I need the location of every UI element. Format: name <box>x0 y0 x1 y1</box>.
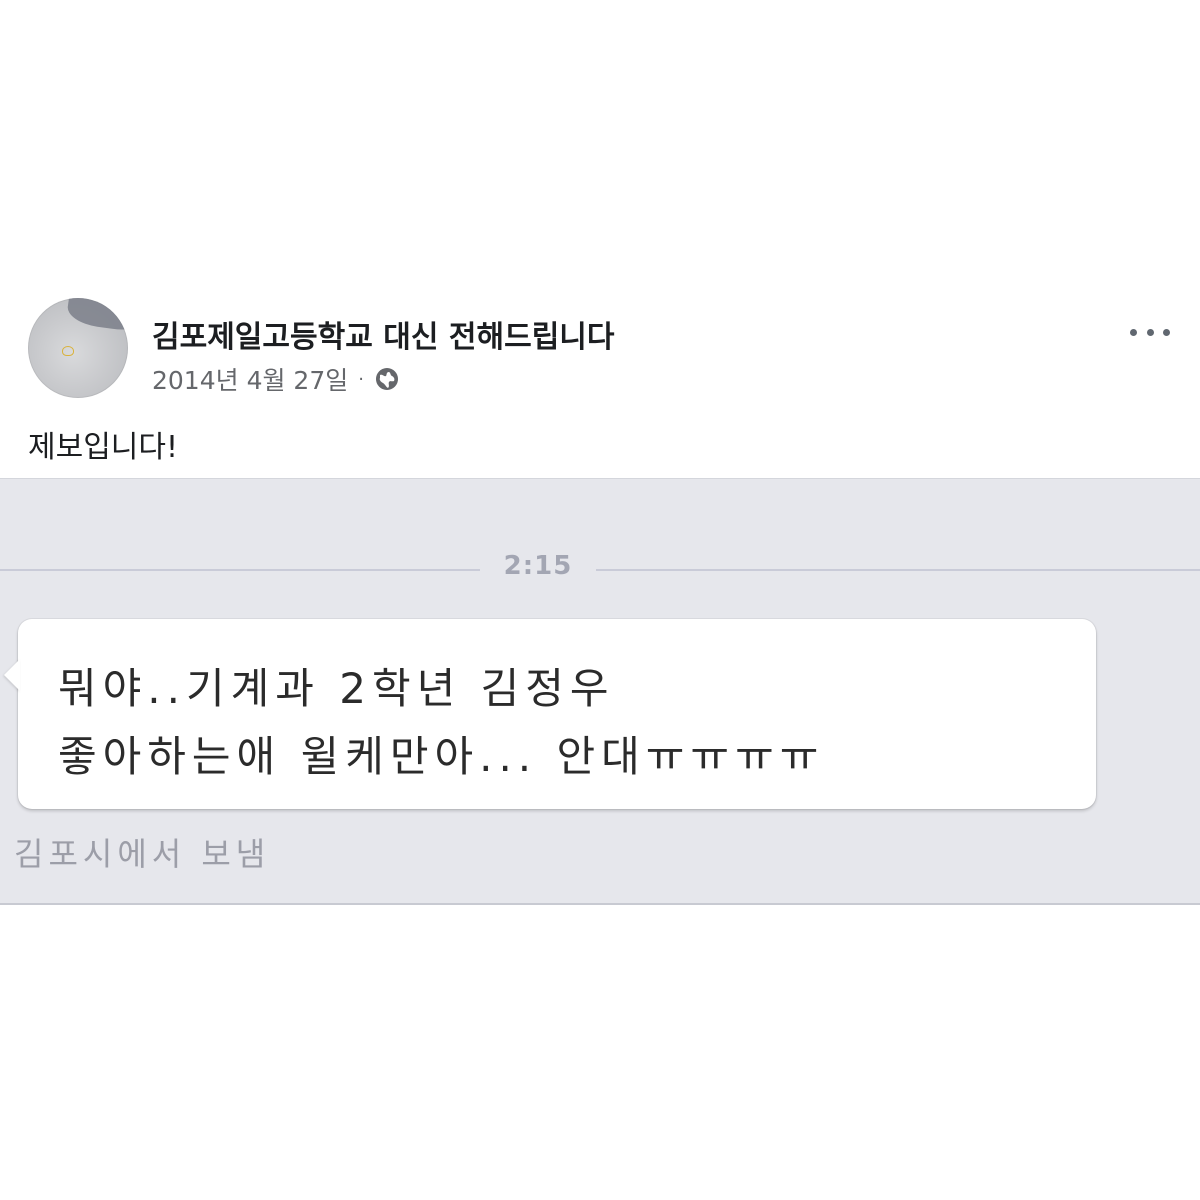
divider-line <box>0 569 480 571</box>
time-divider: 2:15 <box>0 551 1200 591</box>
more-options-dot <box>1146 328 1154 336</box>
meta-separator: · <box>358 368 364 390</box>
avatar-heart-mark <box>62 346 74 356</box>
chat-screenshot-image[interactable]: 2:15 뭐야..기계과 2학년 김정우 좋아하는애 윌케만아... 안대ㅠㅠㅠ… <box>0 478 1200 905</box>
post-caption: 제보입니다! <box>28 430 179 465</box>
globe-icon[interactable] <box>374 366 400 392</box>
divider-line <box>596 569 1200 571</box>
sent-from-location: 김포시에서 보냄 <box>14 835 271 873</box>
page-name-link[interactable]: 김포제일고등학교 대신 전해드립니다 <box>152 312 615 356</box>
more-options-button[interactable] <box>1130 322 1170 342</box>
page-avatar[interactable] <box>28 298 128 398</box>
message-time: 2:15 <box>503 551 573 581</box>
post-date[interactable]: 2014년 4월 27일 <box>152 361 348 397</box>
bubble-tail <box>4 659 20 691</box>
post-meta: 2014년 4월 27일 · <box>152 362 400 396</box>
facebook-post: 김포제일고등학교 대신 전해드립니다 2014년 4월 27일 · 제보입니다!… <box>0 0 1200 1200</box>
message-bubble: 뭐야..기계과 2학년 김정우 좋아하는애 윌케만아... 안대ㅠㅠㅠㅠ <box>4 619 1096 809</box>
avatar-shadow-shape <box>65 298 128 334</box>
more-options-dot <box>1163 328 1170 336</box>
message-line: 좋아하는애 윌케만아... 안대ㅠㅠㅠㅠ <box>58 732 825 781</box>
post-header: 김포제일고등학교 대신 전해드립니다 2014년 4월 27일 · <box>28 298 1188 408</box>
more-options-icon <box>1130 328 1137 336</box>
message-line: 뭐야..기계과 2학년 김정우 <box>58 664 615 713</box>
